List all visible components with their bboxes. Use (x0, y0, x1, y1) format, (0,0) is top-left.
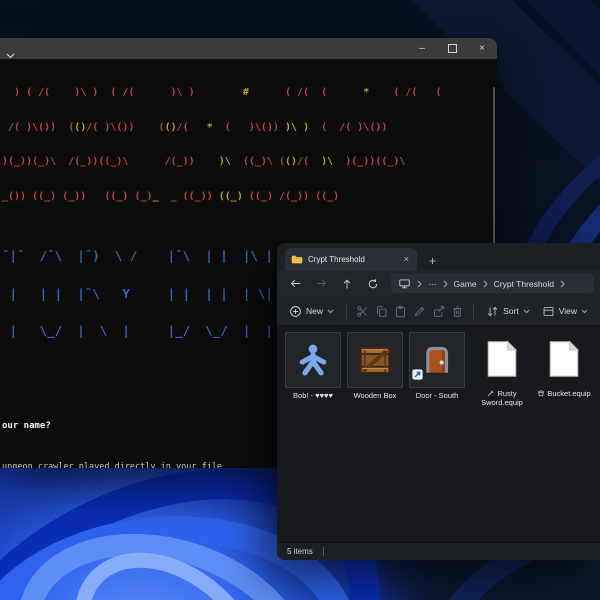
bucket-icon (538, 390, 545, 397)
cut-button[interactable] (355, 301, 370, 321)
ascii-flame-art: ) ( /( )\ ) ( /( )\ ) # ( /( ( * ( /( ( … (2, 87, 442, 202)
chevron-right-icon (443, 280, 448, 288)
explorer-toolbar: New Sort View (277, 297, 600, 326)
view-layout-icon (543, 306, 554, 316)
sort-button[interactable]: Sort (482, 301, 534, 321)
terminal-titlebar[interactable]: – × (0, 38, 497, 59)
delete-button[interactable] (450, 301, 465, 321)
refresh-button[interactable] (361, 274, 385, 294)
refresh-icon (368, 278, 378, 288)
shortcut-overlay-icon (412, 367, 423, 385)
chevron-right-icon (483, 280, 488, 288)
up-arrow-icon (343, 279, 351, 288)
toolbar-separator (473, 303, 475, 319)
maximize-icon (447, 44, 457, 53)
paste-icon (395, 305, 406, 317)
item-count: 5 items (287, 547, 313, 556)
sort-arrows-icon (487, 306, 498, 316)
maximize-button[interactable] (437, 38, 467, 59)
share-button[interactable] (431, 301, 446, 321)
minimize-button[interactable]: – (407, 38, 437, 59)
rename-icon (414, 306, 425, 316)
sword-icon (487, 390, 495, 397)
file-label: Wooden Box (353, 391, 397, 400)
document-icon-wrap (475, 332, 529, 386)
close-icon: × (479, 42, 485, 54)
chevron-down-icon (523, 309, 530, 313)
back-button[interactable] (283, 274, 307, 294)
paste-button[interactable] (393, 301, 408, 321)
chevron-down-icon (327, 309, 334, 313)
share-icon (434, 305, 445, 317)
explorer-address-bar: ··· Game Crypt Threshold (277, 270, 600, 297)
copy-button[interactable] (374, 301, 389, 321)
trash-icon (453, 306, 462, 317)
close-button[interactable]: × (467, 38, 497, 59)
explorer-tab-bar: Crypt Threshold × + (277, 243, 600, 270)
explorer-tab-crypt-threshold[interactable]: Crypt Threshold × (285, 248, 417, 270)
document-icon-wrap (537, 332, 591, 386)
breadcrumb-game[interactable]: Game (454, 279, 477, 289)
file-item-rusty-sword[interactable]: Rusty Sword.equip (473, 332, 531, 407)
tab-title: Crypt Threshold (308, 254, 365, 264)
breadcrumb-ellipsis[interactable]: ··· (428, 279, 437, 289)
explorer-status-bar: 5 items (277, 542, 600, 560)
person-icon (299, 344, 327, 376)
door-icon (426, 346, 449, 373)
rename-button[interactable] (412, 301, 427, 321)
chevron-right-icon (560, 280, 565, 288)
copy-icon (376, 305, 387, 317)
folder-icon (291, 255, 303, 263)
minimize-icon: – (419, 42, 425, 54)
file-item-wooden-box[interactable]: Wooden Box (347, 332, 403, 400)
toolbar-separator (346, 303, 347, 319)
plus-circle-icon (290, 305, 301, 317)
document-icon (487, 340, 518, 377)
tab-close-button[interactable]: × (402, 254, 411, 264)
chevron-right-icon (417, 280, 422, 288)
back-arrow-icon (290, 279, 300, 288)
forward-arrow-icon (316, 279, 326, 288)
file-item-bucket[interactable]: Bucket.equip (535, 332, 593, 398)
file-label: Bucket.equip (537, 389, 591, 398)
thumbnail-tile (347, 332, 403, 388)
file-item-door-south[interactable]: Door - South (409, 332, 465, 400)
file-explorer-window: Crypt Threshold × + ··· Game Crypt Thres… (277, 243, 600, 560)
thumbnail-tile (409, 332, 465, 388)
document-icon (549, 340, 580, 377)
up-button[interactable] (335, 274, 359, 294)
breadcrumb[interactable]: ··· Game Crypt Threshold (391, 274, 594, 293)
file-label: Bob! - ♥♥♥♥ (293, 391, 333, 400)
chevron-down-icon (581, 309, 588, 313)
status-divider (322, 547, 324, 556)
file-label: Door - South (415, 391, 459, 400)
file-list: Bob! - ♥♥♥♥ Wooden Box Door - South Rust… (277, 326, 600, 542)
crate-icon (359, 346, 391, 374)
file-label: Rusty Sword.equip (481, 389, 523, 407)
new-tab-button[interactable]: + (429, 255, 436, 267)
breadcrumb-crypt-threshold[interactable]: Crypt Threshold (494, 279, 554, 289)
thumbnail-tile (285, 332, 341, 388)
scissors-icon (357, 305, 367, 317)
new-button[interactable]: New (285, 301, 338, 321)
view-button[interactable]: View (538, 301, 592, 321)
forward-button[interactable] (309, 274, 333, 294)
this-pc-icon (399, 279, 410, 289)
file-item-bob[interactable]: Bob! - ♥♥♥♥ (285, 332, 341, 400)
